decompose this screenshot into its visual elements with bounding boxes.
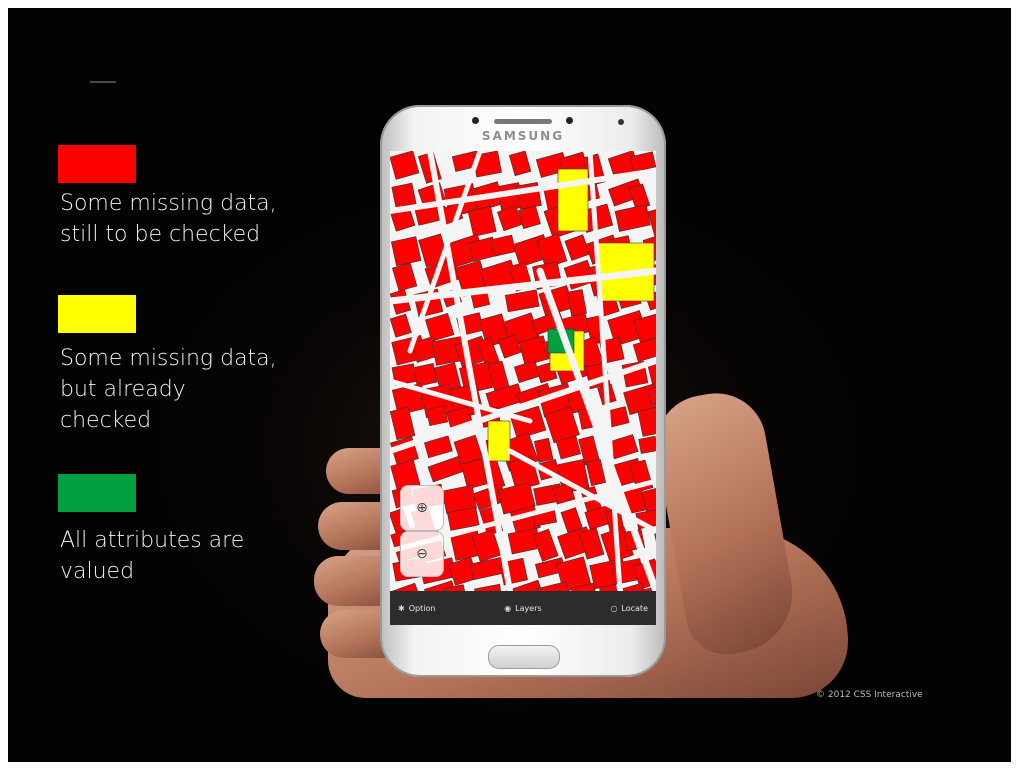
phone-camera-icon [472, 117, 479, 124]
eye-icon: ◉ [504, 603, 512, 613]
phone-front-camera-icon [618, 119, 624, 125]
building-block [426, 405, 449, 427]
zoom-in-button[interactable]: ⊕ [400, 485, 444, 531]
phone-sensor-icon [566, 117, 573, 124]
home-button[interactable] [488, 645, 560, 669]
locate-icon: ○ [610, 603, 618, 613]
phone-screen: ⊕ ⊖ ✱ Option ◉ Layers ○ Locate [390, 151, 656, 625]
building-block-checked [487, 420, 511, 462]
title-dash [90, 81, 116, 83]
building-block-checked [557, 168, 589, 232]
zoom-out-icon: ⊖ [416, 546, 428, 562]
layers-label: Layers [515, 603, 542, 613]
zoom-out-button[interactable]: ⊖ [400, 531, 444, 577]
building-block [390, 236, 422, 267]
locate-label: Locate [621, 603, 648, 613]
phone-brand: SAMSUNG [481, 129, 565, 143]
building-block [391, 182, 417, 209]
slide: Some missing data, still to be checked S… [8, 8, 1011, 762]
app-toolbar: ✱ Option ◉ Layers ○ Locate [390, 591, 656, 625]
legend-label-red: Some missing data, still to be checked [60, 191, 277, 247]
options-button[interactable]: ✱ Option [398, 604, 435, 613]
phone-speaker [494, 119, 552, 124]
gear-icon: ✱ [398, 603, 405, 613]
legend-label-green: All attributes are valued [60, 528, 245, 584]
legend-swatch-green [58, 474, 136, 512]
zoom-in-icon: ⊕ [416, 500, 428, 516]
options-label: Option [408, 603, 436, 613]
building-block [412, 363, 438, 387]
locate-button[interactable]: ○ Locate [610, 604, 648, 613]
layers-button[interactable]: ◉ Layers [504, 604, 541, 613]
building-block [638, 435, 656, 454]
copyright-text: © 2012 CSS Interactive [816, 690, 923, 700]
legend-label-yellow: Some missing data, but already checked [60, 346, 277, 433]
legend-swatch-yellow [58, 295, 136, 333]
phone: SAMSUNG ⊕ ⊖ ✱ Option ◉ Layers ○ Locate [380, 105, 666, 677]
map-view[interactable]: ⊕ ⊖ [390, 151, 656, 619]
legend-swatch-red [58, 145, 136, 183]
